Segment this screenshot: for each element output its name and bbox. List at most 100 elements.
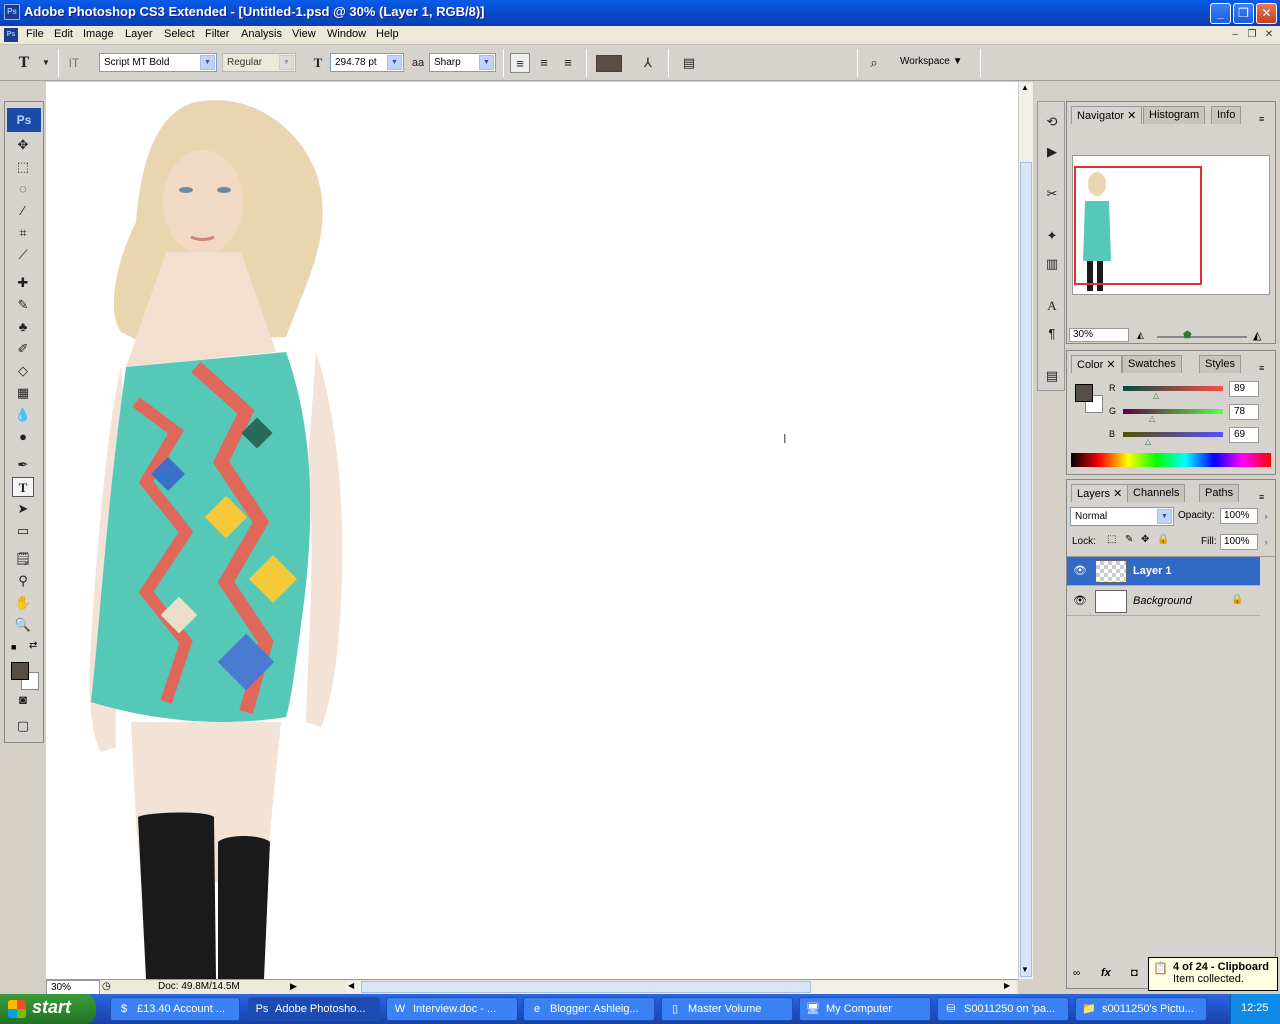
history-brush-icon[interactable]: ✐ xyxy=(12,339,34,359)
blur-tool-icon[interactable]: 💧 xyxy=(12,405,34,425)
vertical-scroll-thumb[interactable] xyxy=(1020,162,1032,977)
document-canvas[interactable]: Ⅰ xyxy=(46,82,1018,979)
slice-tool-icon[interactable]: ⟋ xyxy=(12,245,34,265)
red-slider[interactable] xyxy=(1123,386,1223,391)
clone-source-icon[interactable]: ▥ xyxy=(1042,254,1062,274)
zoom-slider[interactable] xyxy=(1157,336,1247,338)
menu-analysis[interactable]: Analysis xyxy=(241,28,282,40)
panel-menu-icon[interactable]: ≡ xyxy=(1259,492,1264,502)
tab-layers[interactable]: Layers ✕ xyxy=(1071,484,1129,502)
tool-presets-icon[interactable]: ✂ xyxy=(1042,184,1062,204)
screen-mode-icon[interactable]: ▢ xyxy=(12,716,34,736)
layer-row-background[interactable]: 👁 Background 🔒 xyxy=(1067,587,1260,616)
clone-stamp-icon[interactable]: ♣ xyxy=(12,317,34,337)
start-button[interactable]: start xyxy=(0,994,96,1024)
task-pictures[interactable]: 📁 s0011250's Pictu... xyxy=(1075,997,1207,1021)
character-panel-icon[interactable]: ▤ xyxy=(679,53,699,73)
scroll-left-icon[interactable]: ◀ xyxy=(348,981,354,990)
history-icon[interactable]: ⟲ xyxy=(1042,112,1062,132)
vertical-scrollbar[interactable]: ▲ ▼ xyxy=(1018,82,1033,979)
layer-row-layer-1[interactable]: 👁 Layer 1 xyxy=(1067,557,1260,586)
visibility-eye-icon[interactable]: 👁 xyxy=(1073,594,1087,607)
lock-position-icon[interactable]: ✥ xyxy=(1141,534,1149,545)
opacity-slider-arrow-icon[interactable]: › xyxy=(1259,508,1273,524)
blue-slider[interactable] xyxy=(1123,432,1223,437)
maximize-button[interactable]: ❐ xyxy=(1233,3,1254,24)
eyedropper-tool-icon[interactable]: ⚲ xyxy=(12,571,34,591)
blue-value-field[interactable]: 69 xyxy=(1229,427,1259,443)
actions-icon[interactable]: ▶ xyxy=(1042,142,1062,162)
pen-tool-icon[interactable]: ✒ xyxy=(12,455,34,475)
zoom-slider-handle[interactable]: ⬟ xyxy=(1183,330,1192,341)
color-fg-swatch[interactable] xyxy=(1075,384,1093,402)
tab-info[interactable]: Info xyxy=(1211,106,1242,124)
menu-select[interactable]: Select xyxy=(164,28,195,40)
zoom-in-icon[interactable]: ◭ xyxy=(1253,329,1261,342)
paragraph-icon[interactable]: ¶ xyxy=(1042,324,1062,344)
doc-close-button[interactable]: ✕ xyxy=(1262,29,1276,41)
crop-tool-icon[interactable]: ⌗ xyxy=(12,223,34,243)
close-button[interactable]: ✕ xyxy=(1256,3,1277,24)
default-colors-icon[interactable]: ■ xyxy=(11,642,16,652)
tab-histogram[interactable]: Histogram xyxy=(1143,106,1206,124)
scroll-up-icon[interactable]: ▲ xyxy=(1021,83,1029,92)
fill-slider-arrow-icon[interactable]: › xyxy=(1259,534,1273,550)
navigator-preview[interactable] xyxy=(1072,155,1270,295)
menu-layer[interactable]: Layer xyxy=(125,28,153,40)
tab-channels[interactable]: Channels xyxy=(1127,484,1186,502)
workspace-menu[interactable]: Workspace ▼ xyxy=(900,56,963,67)
path-selection-icon[interactable]: ➤ xyxy=(12,499,34,519)
menu-view[interactable]: View xyxy=(292,28,316,40)
quick-mask-icon[interactable]: ◙ xyxy=(12,690,34,710)
zoom-level-field[interactable]: 30% xyxy=(46,980,100,995)
swap-colors-icon[interactable]: ⇄ xyxy=(29,640,37,651)
task-network-drive[interactable]: ⛁ S0011250 on 'pa... xyxy=(937,997,1069,1021)
color-spectrum-bar[interactable] xyxy=(1071,453,1271,467)
navigator-zoom-field[interactable]: 30% xyxy=(1069,328,1129,342)
font-size-select[interactable]: 294.78 pt ▼ xyxy=(330,53,404,72)
marquee-tool-icon[interactable]: ⬚ xyxy=(12,157,34,177)
lock-pixels-icon[interactable]: ✎ xyxy=(1125,534,1133,545)
align-right-icon[interactable]: ≡ xyxy=(558,53,578,73)
scroll-right-icon[interactable]: ▶ xyxy=(1004,981,1010,990)
menu-edit[interactable]: Edit xyxy=(54,28,73,40)
eraser-tool-icon[interactable]: ◇ xyxy=(12,361,34,381)
document-icon[interactable]: Ps xyxy=(4,28,18,42)
tab-navigator[interactable]: Navigator ✕ xyxy=(1071,106,1143,124)
task-photoshop[interactable]: Ps Adobe Photosho... xyxy=(248,997,380,1021)
shape-tool-icon[interactable]: ▭ xyxy=(12,521,34,541)
task-master-volume[interactable]: ▯ Master Volume xyxy=(661,997,793,1021)
healing-brush-icon[interactable]: ✚ xyxy=(12,273,34,293)
task-blogger[interactable]: e Blogger: Ashleig... xyxy=(523,997,655,1021)
text-color-swatch[interactable] xyxy=(596,55,622,72)
magic-wand-icon[interactable]: ⁄ xyxy=(12,201,34,221)
minimize-button[interactable]: _ xyxy=(1210,3,1231,24)
tab-color[interactable]: Color ✕ xyxy=(1071,355,1122,373)
system-tray-clock[interactable]: 12:25 xyxy=(1230,994,1280,1024)
menu-image[interactable]: Image xyxy=(83,28,114,40)
green-slider-handle[interactable]: △ xyxy=(1149,414,1155,423)
task-my-computer[interactable]: 🖥 My Computer xyxy=(799,997,931,1021)
status-menu-icon[interactable]: ◷ xyxy=(102,981,111,992)
brushes-icon[interactable]: ✦ xyxy=(1042,226,1062,246)
zoom-out-icon[interactable]: ◭ xyxy=(1137,330,1144,341)
blend-mode-select[interactable]: Normal ▼ xyxy=(1070,507,1174,526)
green-slider[interactable] xyxy=(1123,409,1223,414)
hand-tool-icon[interactable]: ✋ xyxy=(12,593,34,613)
menu-filter[interactable]: Filter xyxy=(205,28,229,40)
layer-comps-icon[interactable]: ▤ xyxy=(1042,366,1062,386)
font-style-select[interactable]: Regular ▼ xyxy=(222,53,296,72)
clipboard-notification[interactable]: 📋 4 of 24 - Clipboard Item collected. xyxy=(1148,957,1278,991)
antialias-select[interactable]: Sharp ▼ xyxy=(429,53,496,72)
gradient-tool-icon[interactable]: ▦ xyxy=(12,383,34,403)
lasso-tool-icon[interactable]: ◌ xyxy=(12,179,34,199)
panel-menu-icon[interactable]: ≡ xyxy=(1259,114,1264,124)
lock-transparent-icon[interactable]: ⬚ xyxy=(1107,534,1116,545)
zoom-tool-icon[interactable]: 🔍 xyxy=(12,615,34,635)
scroll-down-icon[interactable]: ▼ xyxy=(1021,965,1029,974)
doc-restore-button[interactable]: ❐ xyxy=(1245,29,1259,41)
layer-styles-icon[interactable]: fx xyxy=(1101,967,1111,979)
bridge-icon[interactable]: ⌕ xyxy=(864,53,884,73)
align-center-icon[interactable]: ≡ xyxy=(534,53,554,73)
opacity-field[interactable]: 100% xyxy=(1220,508,1258,524)
